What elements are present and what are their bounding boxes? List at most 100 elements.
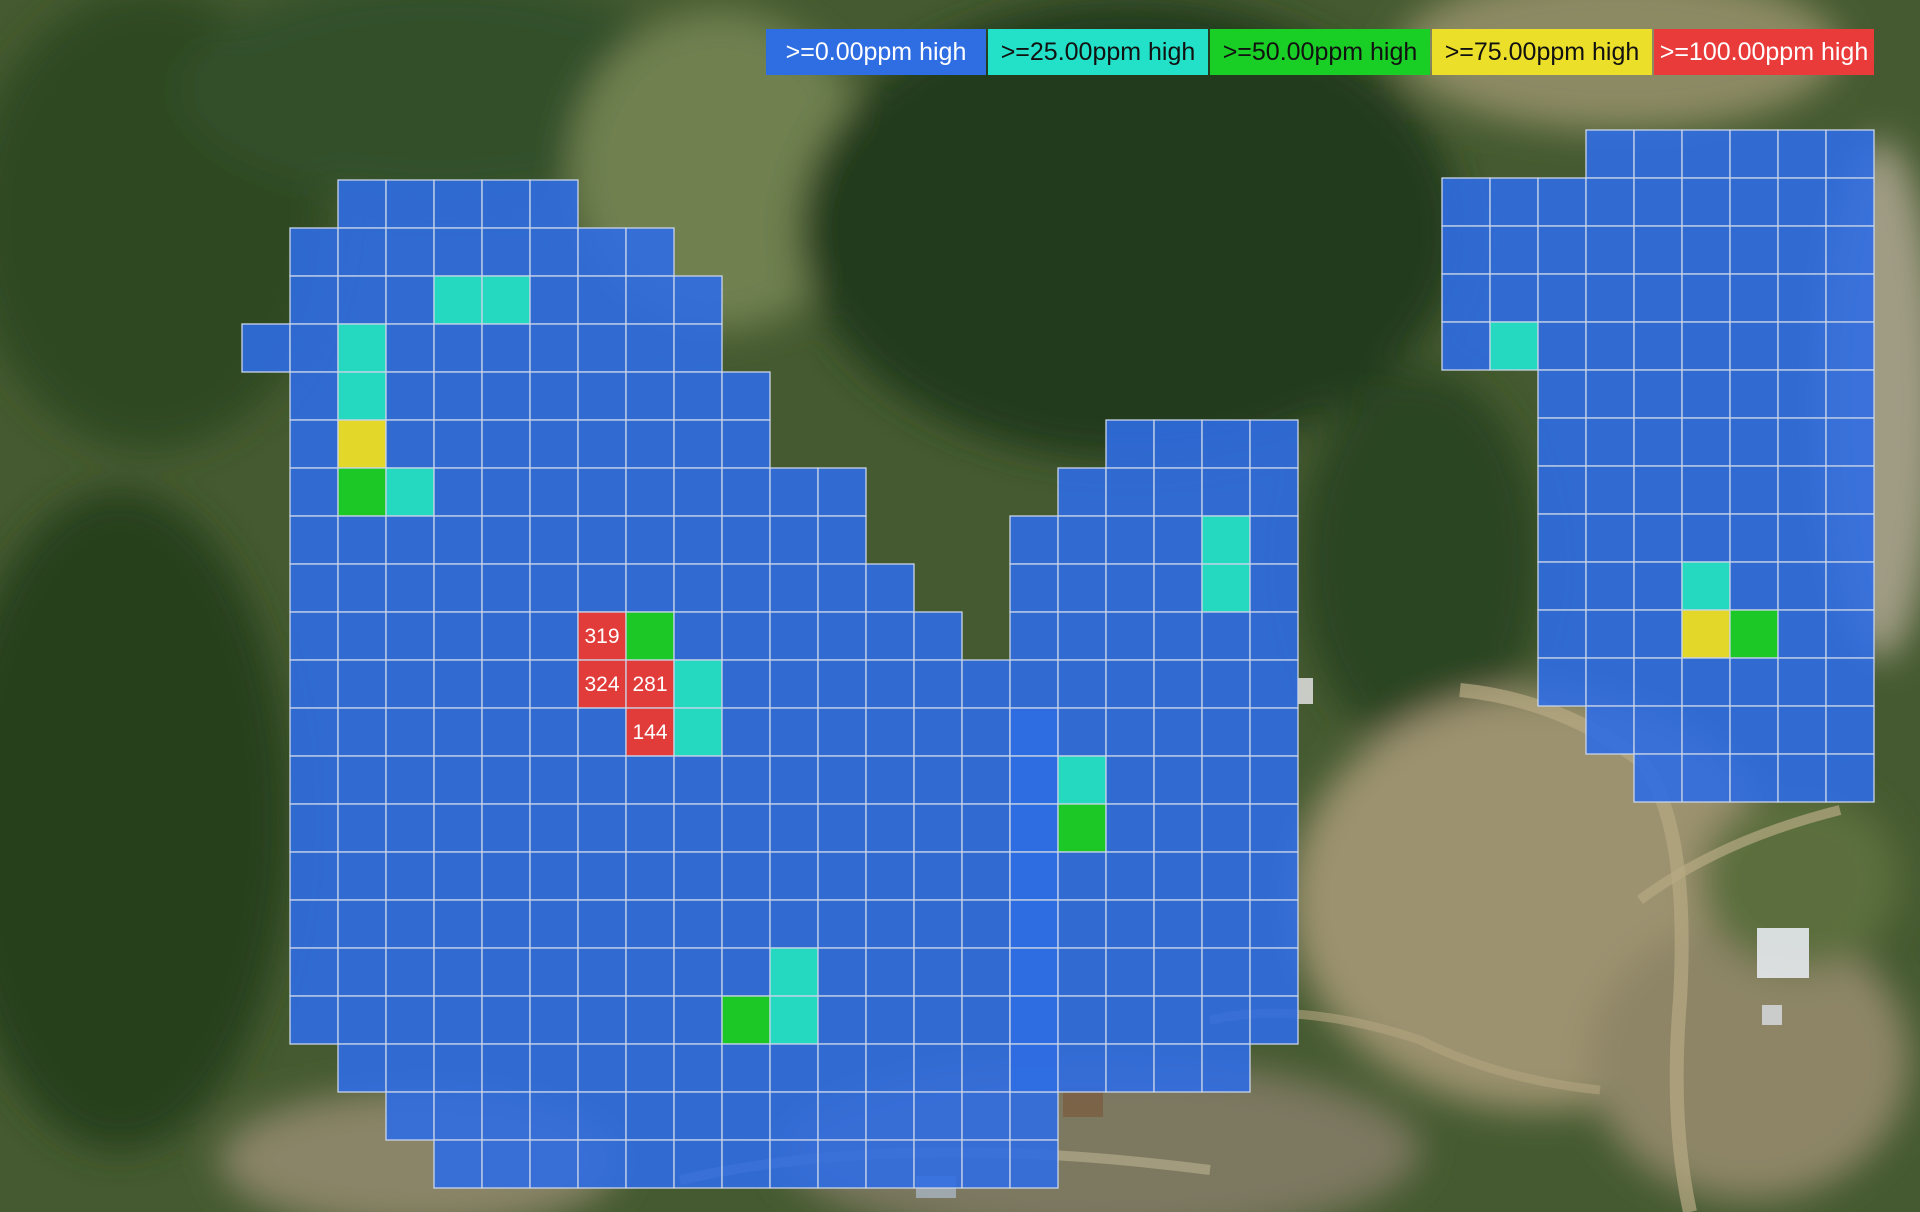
grid-cell[interactable] — [1825, 177, 1875, 227]
grid-cell[interactable] — [817, 1043, 867, 1093]
grid-cell[interactable] — [1537, 657, 1587, 707]
grid-cell[interactable] — [289, 755, 339, 805]
grid-cell[interactable] — [1633, 465, 1683, 515]
grid-cell[interactable] — [433, 947, 483, 997]
grid-cell[interactable] — [529, 179, 579, 229]
grid-cell[interactable] — [529, 659, 579, 709]
grid-cell[interactable] — [481, 851, 531, 901]
grid-cell[interactable] — [913, 755, 963, 805]
grid-cell[interactable] — [529, 419, 579, 469]
grid-cell[interactable] — [1249, 659, 1299, 709]
grid-cell[interactable] — [1825, 369, 1875, 419]
grid-cell[interactable] — [481, 227, 531, 277]
grid-cell[interactable] — [337, 851, 387, 901]
grid-cell[interactable] — [1777, 561, 1827, 611]
grid-cell[interactable] — [529, 1091, 579, 1141]
grid-cell[interactable] — [529, 1139, 579, 1189]
grid-cell[interactable] — [577, 467, 627, 517]
grid-cell[interactable] — [1537, 609, 1587, 659]
grid-cell[interactable] — [1201, 467, 1251, 517]
grid-cell[interactable] — [721, 947, 771, 997]
grid-cell[interactable] — [721, 659, 771, 709]
grid-cell[interactable] — [673, 275, 723, 325]
grid-cell[interactable] — [1777, 417, 1827, 467]
grid-cell[interactable] — [1681, 753, 1731, 803]
grid-cell[interactable] — [577, 707, 627, 757]
grid-cell[interactable] — [961, 803, 1011, 853]
grid-cell[interactable] — [1825, 321, 1875, 371]
grid-cell[interactable] — [433, 179, 483, 229]
grid-cell[interactable] — [1585, 273, 1635, 323]
grid-cell[interactable] — [769, 707, 819, 757]
grid-cell[interactable] — [337, 755, 387, 805]
grid-cell[interactable] — [721, 467, 771, 517]
grid-cell[interactable] — [289, 275, 339, 325]
grid-cell[interactable] — [1777, 369, 1827, 419]
grid-cell[interactable] — [1729, 705, 1779, 755]
grid-cell[interactable] — [1825, 465, 1875, 515]
grid-cell[interactable] — [1825, 417, 1875, 467]
grid-cell[interactable] — [1681, 369, 1731, 419]
grid-cell[interactable] — [1729, 561, 1779, 611]
grid-cell[interactable] — [1249, 563, 1299, 613]
grid-cell[interactable] — [289, 851, 339, 901]
grid-cell[interactable] — [1201, 947, 1251, 997]
grid-cell[interactable] — [385, 515, 435, 565]
grid-cell[interactable] — [1729, 513, 1779, 563]
grid-cell[interactable] — [673, 755, 723, 805]
grid-cell[interactable] — [337, 563, 387, 613]
grid-cell[interactable] — [289, 323, 339, 373]
grid-cell[interactable] — [385, 1043, 435, 1093]
grid-cell[interactable] — [721, 899, 771, 949]
grid-cell[interactable] — [289, 659, 339, 709]
grid-cell[interactable] — [529, 323, 579, 373]
grid-cell[interactable] — [1057, 515, 1107, 565]
grid-cell[interactable] — [385, 323, 435, 373]
grid-cell[interactable] — [1009, 563, 1059, 613]
grid-cell[interactable] — [1249, 467, 1299, 517]
grid-cell[interactable] — [1249, 947, 1299, 997]
grid-cell[interactable] — [625, 515, 675, 565]
grid-cell[interactable] — [481, 659, 531, 709]
grid-cell[interactable] — [289, 467, 339, 517]
grid-cell[interactable] — [529, 515, 579, 565]
grid-cell[interactable] — [385, 1091, 435, 1141]
grid-cell[interactable] — [385, 611, 435, 661]
grid-cell[interactable] — [1585, 657, 1635, 707]
grid-cell[interactable] — [577, 995, 627, 1045]
grid-cell[interactable] — [817, 995, 867, 1045]
grid-cell[interactable] — [961, 755, 1011, 805]
grid-cell[interactable] — [769, 611, 819, 661]
grid-cell[interactable] — [769, 659, 819, 709]
grid-cell[interactable] — [625, 227, 675, 277]
grid-cell[interactable] — [385, 179, 435, 229]
grid-cell[interactable] — [577, 227, 627, 277]
grid-cell[interactable] — [385, 419, 435, 469]
grid-cell[interactable] — [625, 419, 675, 469]
grid-cell[interactable] — [433, 1139, 483, 1189]
grid-cell[interactable] — [433, 611, 483, 661]
grid-cell[interactable] — [385, 371, 435, 421]
grid-cell[interactable] — [1777, 465, 1827, 515]
grid-cell[interactable] — [1201, 755, 1251, 805]
grid-cell[interactable] — [1729, 465, 1779, 515]
grid-cell[interactable] — [1105, 1043, 1155, 1093]
grid-cell[interactable] — [529, 803, 579, 853]
grid-cell[interactable] — [1153, 563, 1203, 613]
grid-cell[interactable] — [433, 467, 483, 517]
grid-cell[interactable] — [481, 1091, 531, 1141]
grid-cell[interactable] — [673, 563, 723, 613]
grid-cell[interactable] — [769, 1139, 819, 1189]
grid-cell[interactable] — [385, 275, 435, 325]
grid-cell[interactable] — [1105, 707, 1155, 757]
grid-cell[interactable] — [289, 515, 339, 565]
grid-cell[interactable] — [721, 1043, 771, 1093]
grid-cell[interactable] — [961, 659, 1011, 709]
grid-cell[interactable] — [625, 995, 675, 1045]
grid-cell[interactable] — [1057, 1043, 1107, 1093]
grid-cell[interactable] — [1585, 561, 1635, 611]
grid-cell[interactable] — [721, 851, 771, 901]
grid-cell[interactable] — [865, 659, 915, 709]
grid-cell[interactable] — [673, 323, 723, 373]
grid-cell[interactable] — [1633, 177, 1683, 227]
